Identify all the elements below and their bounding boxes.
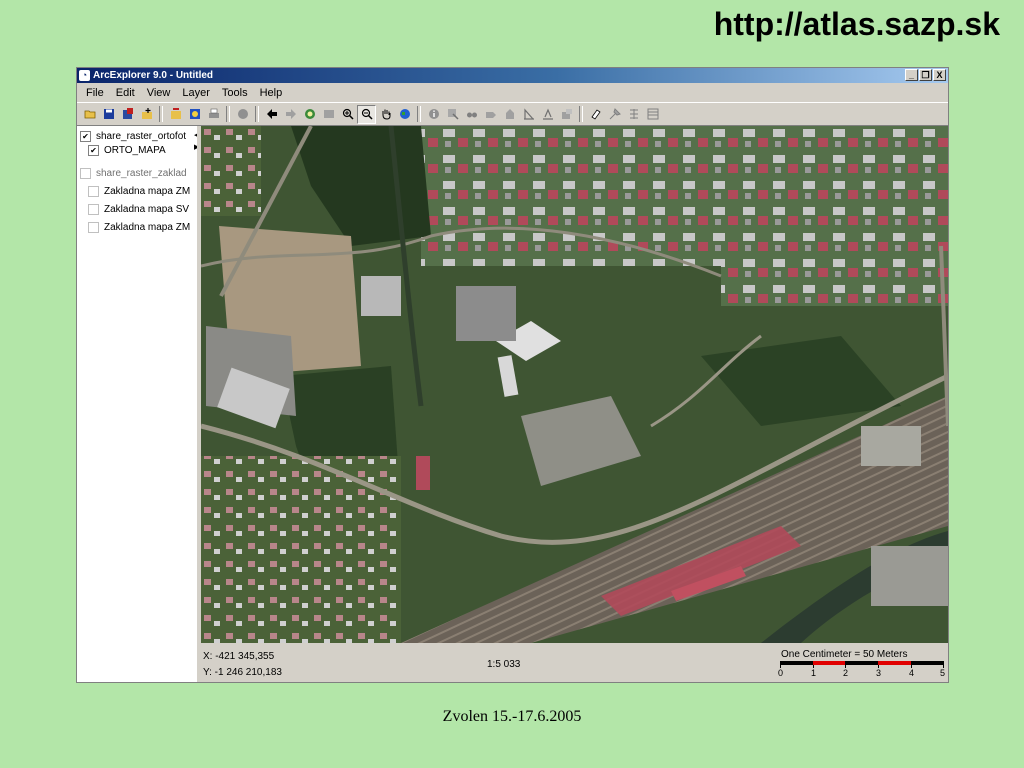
measure-icon[interactable] <box>500 105 519 124</box>
orthophoto-image <box>201 126 948 643</box>
scalebar-segment <box>813 661 845 665</box>
map-properties-icon[interactable] <box>185 105 204 124</box>
scalebar-segment <box>878 661 911 665</box>
title-bar: ◔ ArcExplorer 9.0 - Untitled _ ❐ X <box>77 68 948 83</box>
eraser-icon[interactable] <box>586 105 605 124</box>
save-project-icon[interactable] <box>118 105 137 124</box>
map-scale: 1:5 033 <box>487 659 521 670</box>
maximize-button[interactable]: ❐ <box>919 69 932 81</box>
globe-icon[interactable] <box>395 105 414 124</box>
layer-checkbox[interactable] <box>88 185 99 197</box>
tool4-icon[interactable] <box>643 105 662 124</box>
app-icon: ◔ <box>79 70 90 81</box>
toc-layer-zm2[interactable]: Zakladna mapa ZM <box>77 220 197 234</box>
y-coordinate: Y: -1 246 210,183 <box>203 667 282 678</box>
layer-checkbox[interactable]: ✔ <box>80 130 91 142</box>
open-icon[interactable] <box>80 105 99 124</box>
layer-extent-icon[interactable] <box>319 105 338 124</box>
arcexplorer-window: ◔ ArcExplorer 9.0 - Untitled _ ❐ X File … <box>76 67 949 683</box>
toc-label: share_raster_zaklad <box>96 167 187 179</box>
toc-group-zaklad[interactable]: share_raster_zaklad <box>77 166 197 180</box>
zoom-in-icon[interactable] <box>338 105 357 124</box>
layer-checkbox[interactable] <box>88 203 99 215</box>
toc-layer-orto-mapa[interactable]: ✔ ORTO_MAPA <box>77 143 197 157</box>
toc-layer-sv[interactable]: Zakladna mapa SV <box>77 202 197 216</box>
stop-icon[interactable] <box>233 105 252 124</box>
menu-tools[interactable]: Tools <box>216 87 254 99</box>
toc-label: Zakladna mapa ZM <box>104 185 191 197</box>
scalebar-label: 4 <box>909 668 915 678</box>
slide-caption: Zvolen 15.-17.6.2005 <box>442 708 582 725</box>
forward-extent-icon[interactable] <box>281 105 300 124</box>
menu-view[interactable]: View <box>141 87 177 99</box>
slide-url: http://atlas.sazp.sk <box>713 6 1000 42</box>
print-icon[interactable] <box>204 105 223 124</box>
scalebar-label: 0 <box>778 668 784 678</box>
menu-edit[interactable]: Edit <box>110 87 141 99</box>
toc-group-ortofoto[interactable]: ✔ share_raster_ortofot <box>77 129 197 143</box>
scalebar-title: One Centimeter = 50 Meters <box>781 649 908 660</box>
toc-label: share_raster_ortofot <box>96 130 187 142</box>
expand-arrow-icon[interactable]: ▶ <box>194 143 197 151</box>
toc-label: Zakladna mapa SV <box>104 203 190 215</box>
zoom-out-icon[interactable] <box>357 104 376 124</box>
add-data-icon[interactable] <box>166 105 185 124</box>
close-button[interactable]: X <box>933 69 946 81</box>
full-extent-icon[interactable] <box>300 105 319 124</box>
menu-help[interactable]: Help <box>254 87 289 99</box>
scalebar <box>780 661 944 665</box>
toc-label: ORTO_MAPA <box>104 144 166 156</box>
x-coordinate: X: -421 345,355 <box>203 651 275 662</box>
toolbar <box>77 102 948 126</box>
scalebar-label: 3 <box>876 668 882 678</box>
toolbar-separator <box>226 106 230 122</box>
identify-icon[interactable] <box>424 105 443 124</box>
find-icon[interactable] <box>462 105 481 124</box>
map-view[interactable] <box>201 126 948 643</box>
layer-list: ✔ share_raster_ortofot ◀ ✔ ORTO_MAPA ▶ s… <box>77 126 199 682</box>
scalebar-label: 1 <box>811 668 817 678</box>
save-icon[interactable] <box>99 105 118 124</box>
route-icon[interactable] <box>481 105 500 124</box>
pan-icon[interactable] <box>376 105 395 124</box>
toolbar-separator <box>417 106 421 122</box>
menu-layer[interactable]: Layer <box>176 87 216 99</box>
window-controls: _ ❐ X <box>905 69 946 81</box>
layer-checkbox[interactable] <box>88 221 99 233</box>
select-icon[interactable] <box>443 105 462 124</box>
buffer-icon[interactable] <box>557 105 576 124</box>
collapse-arrow-icon[interactable]: ◀ <box>194 131 197 139</box>
toolbar-separator <box>255 106 259 122</box>
toolbar-separator <box>159 106 163 122</box>
menu-file[interactable]: File <box>80 87 110 99</box>
toc-label: Zakladna mapa ZM <box>104 221 191 233</box>
window-title: ArcExplorer 9.0 - Untitled <box>93 70 214 81</box>
hotlink-icon[interactable] <box>519 105 538 124</box>
layer-checkbox[interactable] <box>80 167 91 179</box>
tool2-icon[interactable] <box>605 105 624 124</box>
toc-layer-zm[interactable]: Zakladna mapa ZM <box>77 184 197 198</box>
query-icon[interactable] <box>538 105 557 124</box>
scalebar-label: 2 <box>843 668 849 678</box>
minimize-button[interactable]: _ <box>905 69 918 81</box>
status-bar: X: -421 345,355 Y: -1 246 210,183 1:5 03… <box>201 643 948 682</box>
menu-bar: File Edit View Layer Tools Help <box>77 83 948 102</box>
layer-checkbox[interactable]: ✔ <box>88 144 99 156</box>
back-extent-icon[interactable] <box>262 105 281 124</box>
scalebar-label: 5 <box>940 668 946 678</box>
add-layer-icon[interactable] <box>137 105 156 124</box>
toolbar-separator <box>579 106 583 122</box>
tool3-icon[interactable] <box>624 105 643 124</box>
